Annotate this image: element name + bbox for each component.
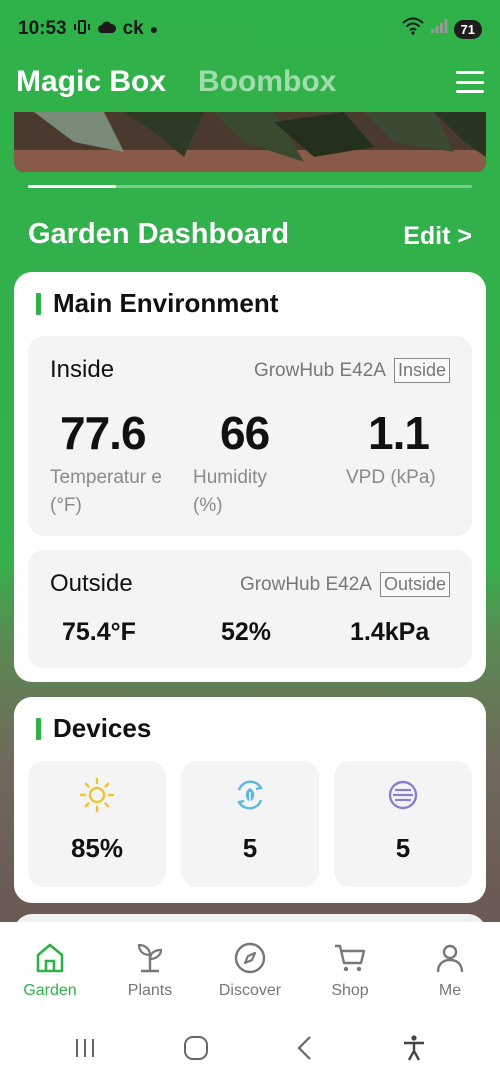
tab-boombox[interactable]: Boombox [198, 65, 336, 99]
accent-bar [36, 292, 41, 315]
outside-tag-badge: Outside [379, 572, 450, 597]
inside-humidity-value: 66 [220, 407, 270, 459]
inside-vpd-value: 1.1 [368, 407, 430, 459]
main-environment-title: Main Environment [53, 288, 279, 318]
home-icon [33, 940, 67, 976]
page-title: Garden Dashboard [28, 218, 290, 250]
tab-garden-label: Garden [23, 982, 77, 999]
recent-apps-icon[interactable] [73, 1037, 97, 1064]
cart-icon [332, 940, 368, 976]
carrier-label: ck [122, 18, 144, 39]
inside-device-name: GrowHub E42A [253, 359, 386, 381]
system-nav-bar [0, 1017, 500, 1083]
inside-label: Inside [50, 356, 115, 383]
inside-device-info: GrowHub E42A Inside [254, 358, 450, 383]
outside-label: Outside [50, 570, 133, 597]
vent-lines-icon [387, 779, 419, 811]
outside-environment-panel[interactable]: Outside GrowHub E42A Outside 75.4°F 52% … [28, 550, 472, 668]
device-fan-value: 5 [242, 833, 258, 863]
accessibility-icon[interactable] [401, 1034, 427, 1067]
tab-plants-label: Plants [127, 982, 173, 999]
compass-icon [233, 940, 267, 976]
person-icon [433, 940, 467, 976]
fan-leaf-icon [233, 779, 267, 811]
notification-dot-icon: ● [149, 21, 159, 37]
devices-title: Devices [53, 713, 152, 743]
inside-environment-panel[interactable]: Inside GrowHub E42A Inside 77.6 66 1.1 T… [28, 336, 472, 536]
outside-device-info: GrowHub E42A Outside [240, 572, 450, 597]
plant-leaves-image [14, 112, 486, 172]
app-header: Magic Box Boombox [0, 60, 500, 104]
inside-vpd-label: VPD (kPa) [346, 467, 436, 488]
carousel-indicator [28, 185, 472, 188]
accent-bar [36, 717, 41, 740]
tab-discover-label: Discover [218, 982, 282, 999]
main-environment-card: Main Environment Inside GrowHub E42A Ins… [14, 272, 486, 682]
home-nav-icon[interactable] [183, 1035, 209, 1066]
device-tile-fan[interactable]: 5 [181, 761, 319, 887]
tab-shop[interactable]: Shop [305, 940, 395, 1000]
outside-temperature-value: 75.4°F [62, 618, 136, 646]
inside-temperature-label: Temperatur e (°F) [50, 467, 162, 516]
tab-me-label: Me [438, 982, 462, 999]
tab-garden[interactable]: Garden [5, 940, 95, 1000]
tab-discover[interactable]: Discover [205, 940, 295, 1000]
tab-plants[interactable]: Plants [105, 940, 195, 1000]
sprout-icon [133, 940, 167, 976]
device-light-value: 85% [70, 833, 124, 863]
devices-card: Devices 85% 5 5 [14, 697, 486, 903]
cloud-icon [97, 18, 117, 40]
tab-me[interactable]: Me [405, 940, 495, 1000]
carousel-indicator-active [28, 185, 116, 188]
device-tile-light[interactable]: 85% [28, 761, 166, 887]
hamburger-menu-icon[interactable] [456, 71, 484, 93]
inside-humidity-label: Humidity (%) [193, 467, 267, 516]
edit-button[interactable]: Edit > [403, 222, 472, 251]
battery-badge: 71 [453, 19, 482, 39]
section-header: Devices [36, 713, 151, 744]
section-header: Main Environment [36, 288, 278, 319]
back-nav-icon[interactable] [295, 1035, 315, 1066]
status-time: 10:53 [18, 18, 67, 39]
device-tile-vent[interactable]: 5 [334, 761, 472, 887]
inside-tag-badge: Inside [393, 358, 450, 383]
outside-device-name: GrowHub E42A [239, 573, 372, 595]
status-bar: 10:53 ck ● 71 [0, 0, 500, 58]
banner-image[interactable] [14, 112, 486, 172]
outside-vpd-value: 1.4kPa [350, 618, 430, 646]
outside-humidity-value: 52% [221, 618, 272, 646]
sun-icon [79, 777, 115, 813]
bottom-tab-bar: Garden Plants Discover Shop Me [0, 922, 500, 1017]
tab-shop-label: Shop [331, 982, 369, 999]
inside-temperature-value: 77.6 [60, 407, 147, 459]
wifi-icon [401, 17, 424, 41]
vibrate-icon [73, 19, 91, 39]
signal-icon [430, 18, 448, 40]
tab-magic-box[interactable]: Magic Box [16, 65, 166, 99]
device-vent-value: 5 [395, 833, 411, 863]
